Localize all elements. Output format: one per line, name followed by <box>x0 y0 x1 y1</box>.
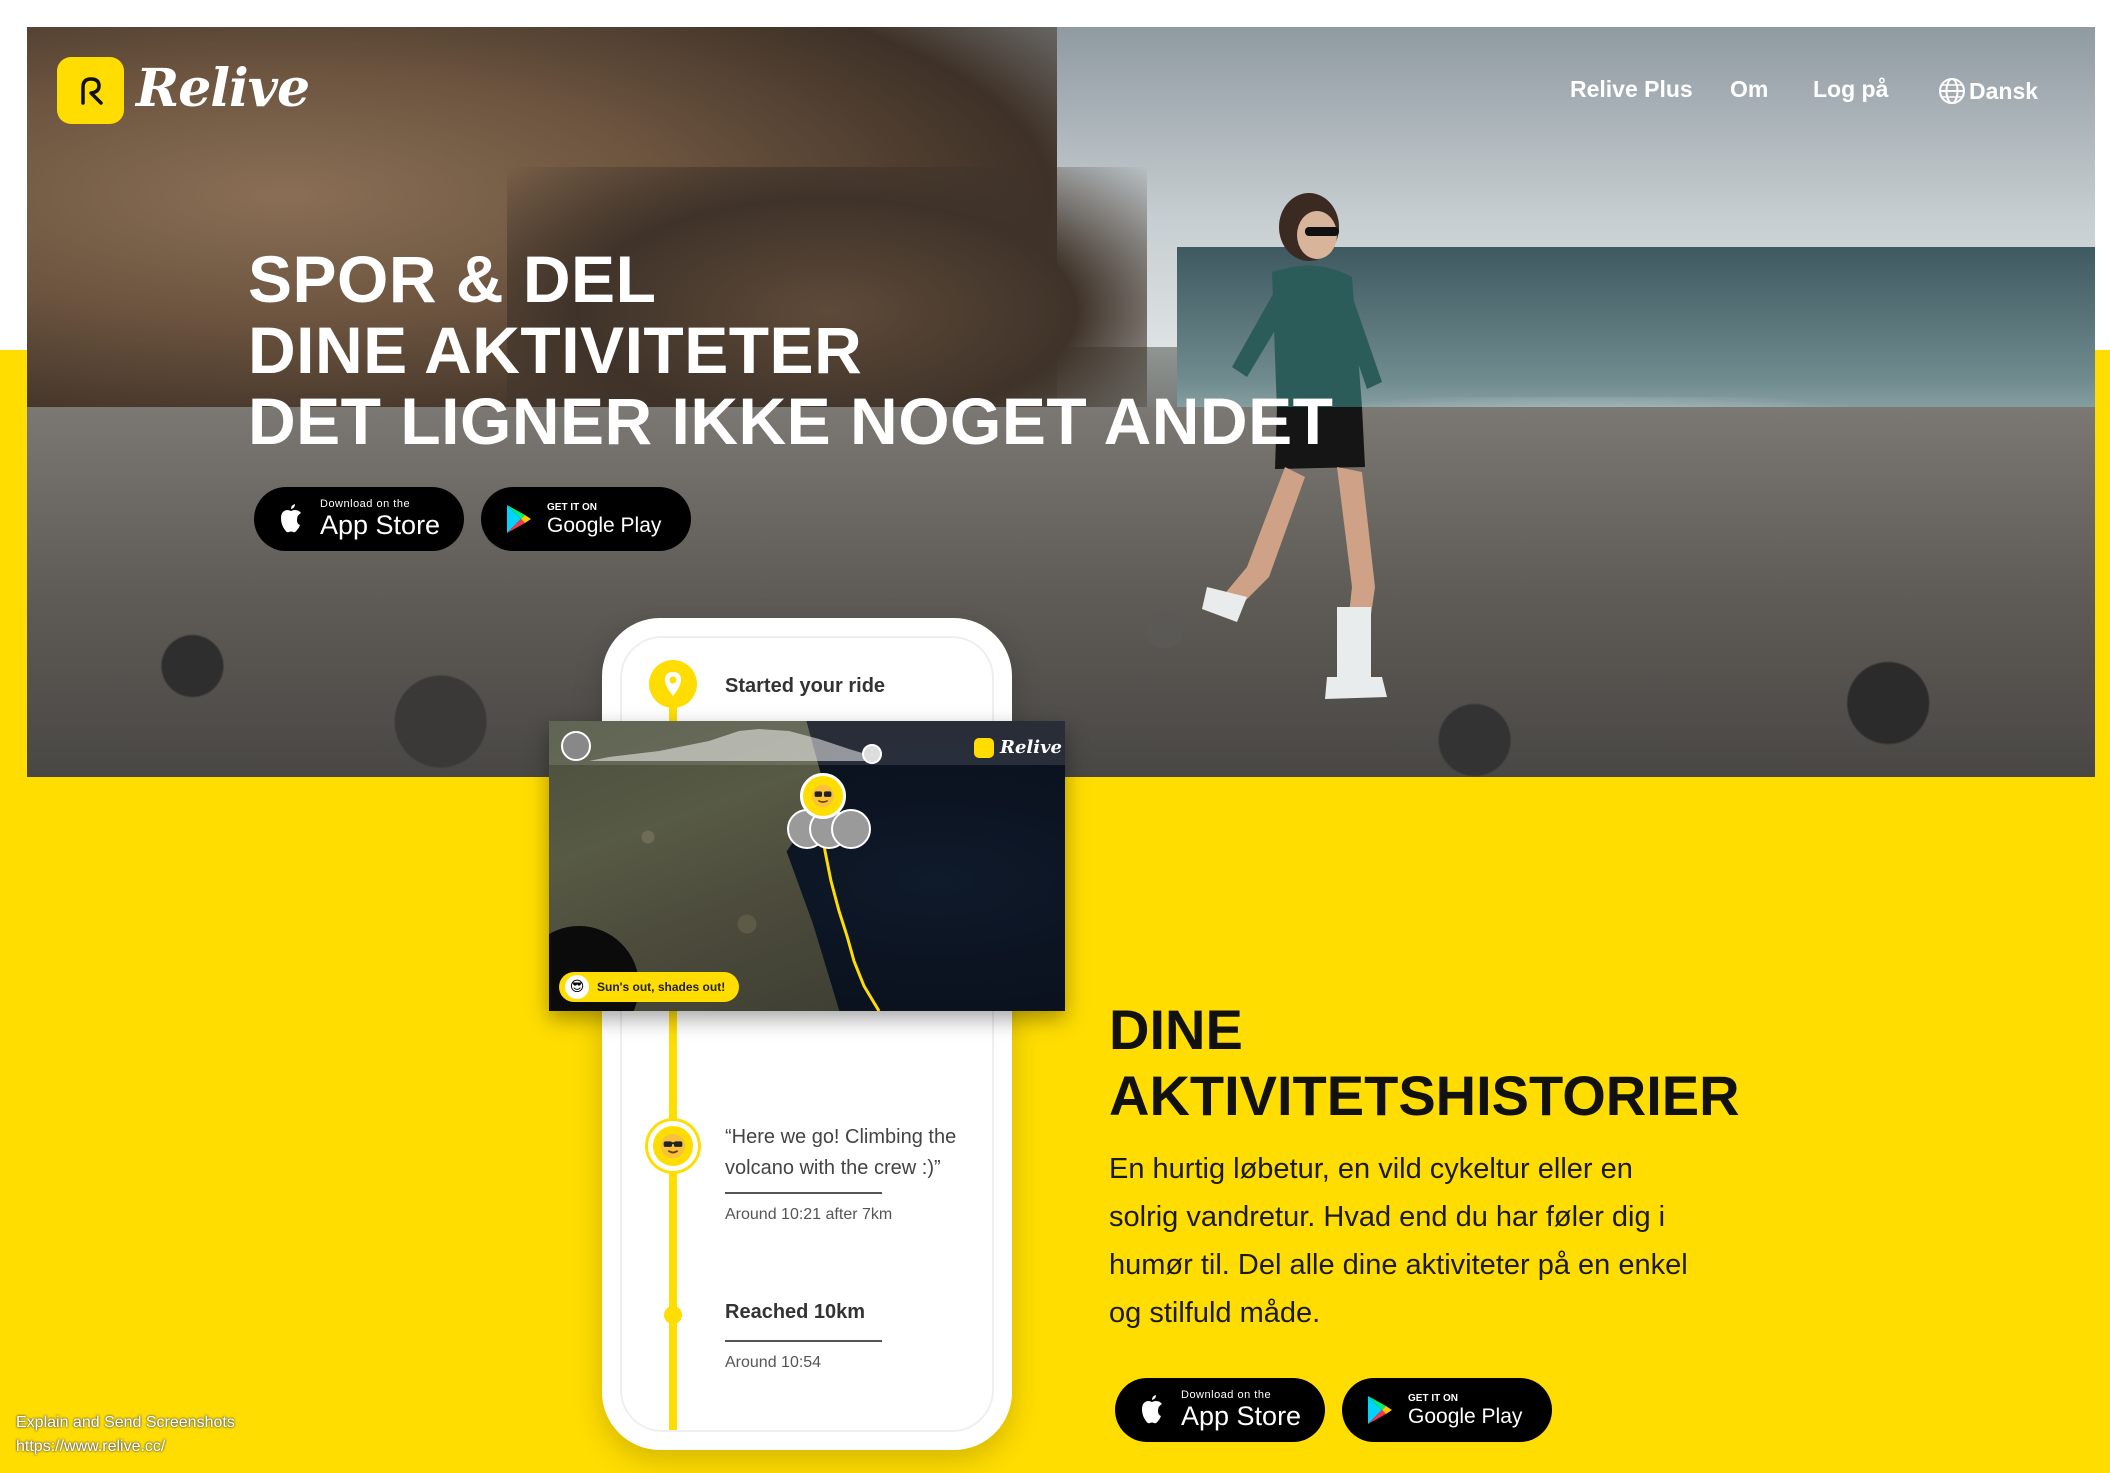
started-ride-text: Started your ride <box>725 675 886 697</box>
reached-divider <box>725 1340 882 1342</box>
app-store-big-text: App Store <box>320 510 441 540</box>
reached-10km-text: Reached 10km <box>725 1301 866 1323</box>
google-play-icon <box>1368 1396 1392 1424</box>
location-pin-icon <box>649 660 697 708</box>
app-store-big-text: App Store <box>1181 1401 1302 1431</box>
extension-overlay-title: Explain and Send Screenshots <box>16 1414 235 1431</box>
quote-time: Around 10:21 after 7km <box>725 1206 893 1223</box>
google-play-big-text: Google Play <box>547 513 662 537</box>
relive-logo[interactable] <box>57 57 124 124</box>
extension-overlay: Explain and Send Screenshots https://www… <box>16 1411 235 1459</box>
map-video-card[interactable]: Relive 😎 Sun's out, shades out! <box>549 721 1065 1011</box>
hero-app-store-button[interactable]: Download on the App Store <box>254 487 464 551</box>
apple-icon <box>281 504 301 533</box>
google-play-small-text: GET IT ON <box>1408 1392 1458 1404</box>
section-title-line-1: DINE <box>1109 998 1243 1061</box>
app-store-small-text: Download on the <box>1181 1389 1272 1401</box>
hero-headline-line-2: DINE AKTIVITETER <box>248 313 863 387</box>
hero-google-play-button[interactable]: GET IT ON Google Play <box>481 487 691 551</box>
language-label: Dansk <box>1969 77 2039 104</box>
google-play-small-text: GET IT ON <box>547 501 597 513</box>
google-play-icon <box>507 505 531 533</box>
hero-headline-line-3: DET LIGNER IKKE NOGET ANDET <box>248 384 1334 458</box>
section-title-line-2: AKTIVITETSHISTORIER <box>1109 1064 1740 1127</box>
globe-icon <box>1939 78 1965 104</box>
relive-logo-icon <box>80 76 103 105</box>
section-title: DINE AKTIVITETSHISTORIER <box>1109 997 1740 1129</box>
extension-overlay-url: https://www.relive.cc/ <box>16 1438 166 1455</box>
nav-log-in[interactable]: Log på <box>1813 76 1888 103</box>
app-store-small-text: Download on the <box>320 498 411 510</box>
apple-icon <box>1142 1395 1162 1424</box>
nav-relive-plus[interactable]: Relive Plus <box>1570 76 1693 103</box>
google-play-big-text: Google Play <box>1408 1404 1523 1428</box>
section-description: En hurtig løbetur, en vild cykeltur elle… <box>1109 1153 1688 1329</box>
tag-emoji-icon: 😎 <box>565 975 589 999</box>
nav-om[interactable]: Om <box>1730 76 1768 103</box>
quote-divider <box>725 1192 882 1194</box>
reached-time: Around 10:54 <box>725 1354 822 1371</box>
milestone-dot <box>664 1306 682 1324</box>
rider-avatar <box>831 809 871 849</box>
map-caption-text: Sun's out, shades out! <box>597 980 726 994</box>
section-google-play-button[interactable]: GET IT ON Google Play <box>1342 1378 1552 1442</box>
section-app-store-button[interactable]: Download on the App Store <box>1115 1378 1325 1442</box>
hero-headline: SPOR & DEL DINE AKTIVITETER DET LIGNER I… <box>248 244 1333 457</box>
map-emoji-marker <box>800 773 846 819</box>
hero-headline-line-1: SPOR & DEL <box>248 242 657 316</box>
sunglasses-emoji-icon <box>648 1121 698 1171</box>
language-selector[interactable]: Dansk <box>1937 76 2038 106</box>
map-caption-tag: 😎 Sun's out, shades out! <box>559 972 740 1002</box>
relive-wordmark[interactable]: Relive <box>136 58 310 119</box>
ride-quote: “Here we go! Climbing the volcano with t… <box>725 1126 957 1179</box>
